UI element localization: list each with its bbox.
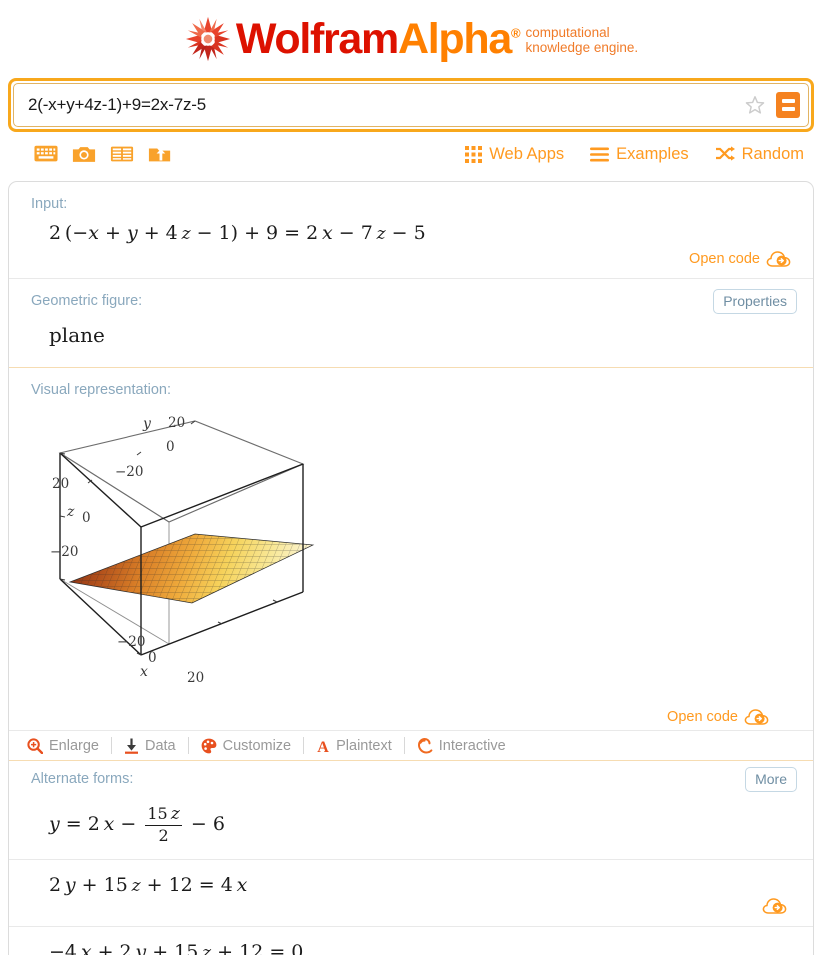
fraction-15z-over-2: 15 z 2: [145, 804, 182, 845]
alternate-form-2-expression: 2 y + 15 z + 12 = 4 x: [49, 873, 248, 896]
pod-input-title: Input:: [31, 196, 68, 212]
submit-button[interactable]: [776, 92, 800, 118]
open-code-input-label: Open code: [689, 251, 760, 267]
enlarge-label: Enlarge: [49, 737, 99, 754]
equals-bar-top: [781, 99, 795, 103]
tagline-line-1: computational: [525, 25, 610, 40]
alternate-form-3: −4 x + 2 y + 15 z + 12 = 0: [9, 925, 813, 955]
star-icon[interactable]: [744, 94, 766, 116]
y-tick-neg20: −20: [115, 464, 144, 480]
cloud-arrow-icon: [766, 251, 791, 267]
open-code-alternate-forms[interactable]: [762, 897, 787, 920]
grid-icon: [465, 145, 483, 163]
palette-icon: [201, 738, 217, 753]
search-bar-container: 2(-x+y+4z-1)+9=2x-7z-5: [8, 78, 814, 132]
hamburger-icon: [590, 147, 610, 161]
alternate-form-1-expression: y = 2 x − 15 z 2 − 6: [49, 804, 225, 845]
web-apps-label: Web Apps: [489, 144, 565, 163]
axis-label-y: y: [142, 416, 152, 432]
download-icon: [124, 738, 138, 754]
z-tick-neg20: −20: [50, 544, 79, 560]
cloud-arrow-icon: [744, 709, 769, 725]
search-input[interactable]: 2(-x+y+4z-1)+9=2x-7z-5: [28, 95, 744, 115]
tagline-line-2: knowledge engine.: [525, 40, 639, 55]
customize-button[interactable]: Customize: [189, 738, 304, 754]
axis-label-z: z: [66, 504, 75, 520]
plot-toolbar: Enlarge Data Customize A Plaintext Inter…: [9, 730, 813, 760]
pod-alternate-forms-title: Alternate forms:: [31, 771, 134, 787]
examples-link[interactable]: Examples: [590, 144, 689, 164]
table-icon[interactable]: [110, 144, 134, 164]
customize-label: Customize: [222, 737, 292, 754]
more-button[interactable]: More: [745, 767, 797, 793]
pod-visual-representation: Visual representation: y 20 0 −20 z 20 0…: [9, 367, 813, 760]
random-link[interactable]: Random: [715, 145, 804, 164]
pod-input-expression: 2 (−x + y + 4 z − 1) + 9 = 2 x − 7 z − 5: [49, 222, 426, 244]
shuffle-icon: [715, 146, 735, 161]
open-code-visual[interactable]: Open code: [31, 708, 791, 730]
plane-surface-plot: y 20 0 −20 z 20 0 −20 x −20 0 20: [50, 415, 315, 686]
alternate-form-3-expression: −4 x + 2 y + 15 z + 12 = 0: [49, 940, 304, 955]
plot-box-top: [58, 420, 305, 523]
logo-tagline: computational knowledge engine.: [526, 25, 639, 55]
interactive-button[interactable]: Interactive: [405, 737, 518, 754]
spiral-icon: [417, 737, 433, 754]
plaintext-label: Plaintext: [336, 737, 392, 754]
results-card: Input: 2 (−x + y + 4 z − 1) + 9 = 2 x − …: [8, 181, 814, 955]
interactive-label: Interactive: [438, 737, 506, 754]
input-tools: [10, 144, 172, 164]
open-code-input[interactable]: Open code: [31, 250, 791, 268]
examples-label: Examples: [616, 144, 689, 163]
web-apps-link[interactable]: Web Apps: [465, 145, 564, 164]
enlarge-button[interactable]: Enlarge: [15, 738, 111, 754]
keyboard-icon[interactable]: [34, 144, 58, 164]
plaintext-button[interactable]: A Plaintext: [304, 738, 404, 754]
logo-wordmark: WolframAlpha®: [235, 14, 521, 63]
upload-folder-icon[interactable]: [148, 144, 172, 164]
axis-label-x: x: [140, 664, 148, 680]
site-header: WolframAlpha® computational knowledge en…: [0, 0, 822, 72]
pod-geometric-figure-title: Geometric figure:: [31, 293, 143, 309]
z-tick-20: 20: [52, 476, 69, 492]
plot-3d[interactable]: y 20 0 −20 z 20 0 −20 x −20 0 20: [31, 408, 791, 702]
camera-icon[interactable]: [72, 144, 96, 164]
search-bar[interactable]: 2(-x+y+4z-1)+9=2x-7z-5: [13, 83, 809, 127]
equals-bar-bottom: [781, 107, 795, 111]
logo-alpha-text: Alpha: [397, 14, 512, 63]
alternate-form-2: 2 y + 15 z + 12 = 4 x: [9, 858, 813, 926]
pod-geometric-figure: Geometric figure: Properties plane: [9, 278, 813, 367]
plane-surface: [68, 533, 315, 604]
x-tick-20: 20: [187, 670, 204, 686]
properties-button[interactable]: Properties: [713, 289, 797, 315]
wolfram-spikey-icon: [185, 16, 230, 62]
x-tick-neg20: −20: [117, 634, 146, 650]
cloud-arrow-icon: [762, 897, 787, 914]
magnifier-icon: [27, 737, 43, 754]
random-label: Random: [741, 144, 804, 163]
pod-visual-representation-title: Visual representation:: [31, 382, 171, 398]
y-tick-20: 20: [168, 415, 185, 431]
geometric-figure-value: plane: [49, 323, 105, 347]
y-tick-0: 0: [166, 439, 175, 455]
svg-text:A: A: [317, 739, 329, 754]
plot-ticks: [59, 420, 278, 656]
query-toolbar: Web Apps Examples Random: [10, 137, 812, 171]
x-tick-0: 0: [148, 650, 157, 666]
registered-mark: ®: [510, 25, 521, 41]
logo-wolfram-text: Wolfram: [235, 14, 399, 63]
pod-input: Input: 2 (−x + y + 4 z − 1) + 9 = 2 x − …: [9, 182, 813, 278]
wolframalpha-logo[interactable]: WolframAlpha® computational knowledge en…: [184, 15, 638, 63]
letter-a-icon: A: [317, 739, 329, 754]
data-button[interactable]: Data: [112, 738, 188, 754]
global-links: Web Apps Examples Random: [465, 137, 804, 171]
open-code-visual-label: Open code: [667, 709, 738, 725]
data-label: Data: [144, 737, 176, 754]
pod-alternate-forms: Alternate forms: More y = 2 x − 15 z 2 −…: [9, 760, 813, 955]
z-tick-0: 0: [82, 510, 91, 526]
alternate-form-1: y = 2 x − 15 z 2 − 6: [9, 791, 813, 859]
